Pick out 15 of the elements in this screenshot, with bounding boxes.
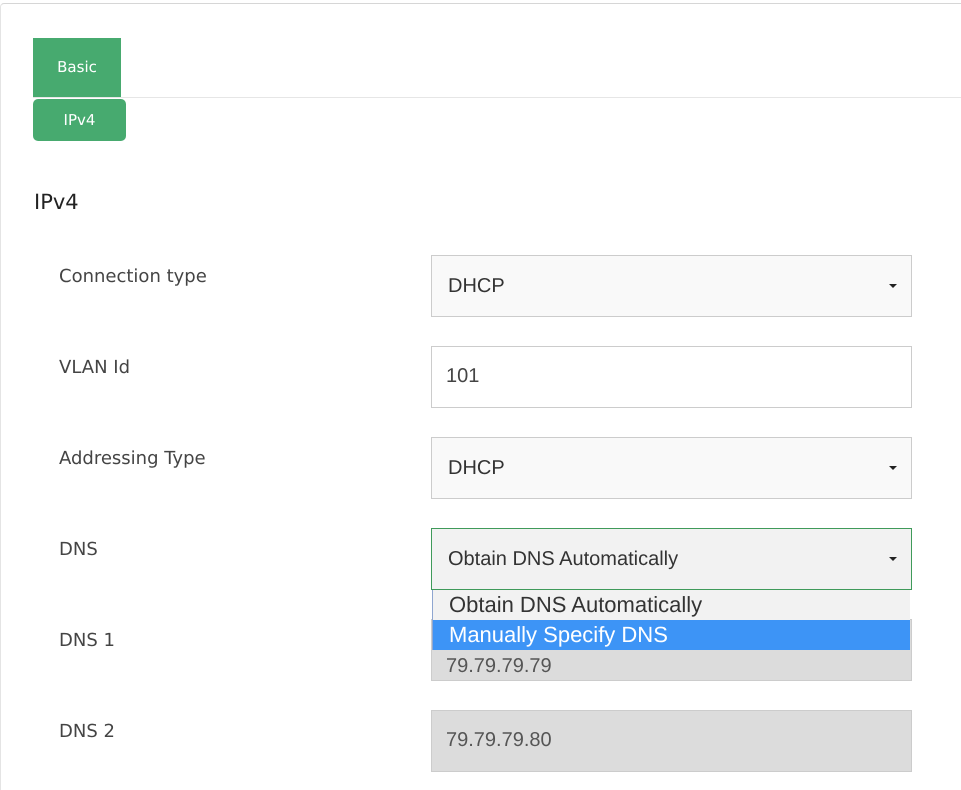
select-field[interactable]: Obtain DNS Automatically	[431, 528, 912, 590]
select-field[interactable]: DHCP	[431, 436, 912, 498]
field-label: Addressing Type	[58, 446, 207, 470]
section-title: IPv4	[34, 189, 80, 216]
input-field[interactable]: 101	[431, 346, 912, 408]
dropdown-option[interactable]: Obtain DNS Automatically	[433, 590, 910, 620]
caret-icon	[889, 556, 897, 560]
caret-icon	[889, 284, 897, 288]
field-label: Connection type	[58, 264, 208, 288]
field-label: DNS 1	[58, 628, 116, 652]
field-label: DNS 2	[58, 720, 116, 744]
field-label: VLAN Id	[58, 356, 131, 380]
select-field[interactable]: DHCP	[431, 254, 912, 316]
caret-icon	[889, 466, 897, 470]
field-label: DNS	[58, 538, 99, 562]
